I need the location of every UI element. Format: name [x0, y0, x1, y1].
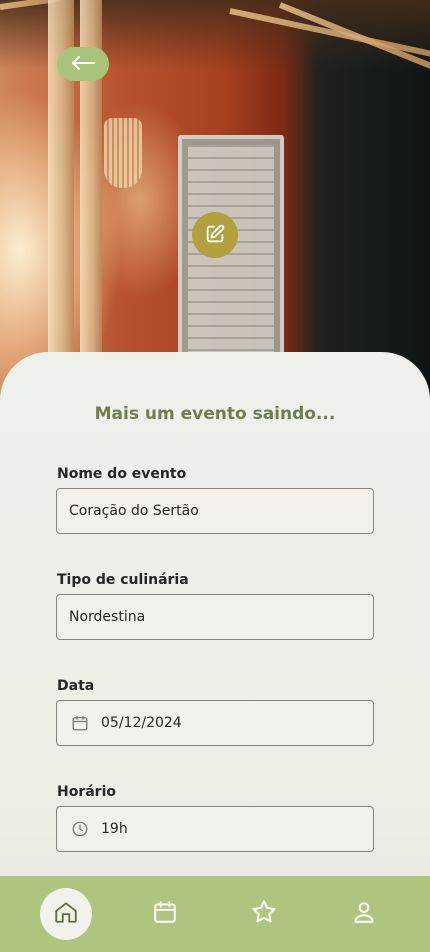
date-value: 05/12/2024 — [101, 715, 182, 731]
time-value: 19h — [101, 821, 128, 837]
user-icon — [351, 899, 377, 929]
event-name-value: Coração do Sertão — [69, 503, 199, 519]
arrow-left-icon — [70, 55, 96, 74]
home-icon — [53, 899, 79, 929]
clock-icon — [69, 818, 91, 840]
nav-profile-button[interactable] — [345, 896, 383, 932]
date-label: Data — [57, 678, 95, 694]
cuisine-type-label: Tipo de culinária — [57, 572, 189, 588]
star-icon — [250, 898, 278, 930]
edit-pencil-icon — [204, 223, 226, 248]
cuisine-type-input[interactable]: Nordestina — [56, 594, 374, 640]
time-input[interactable]: 19h — [56, 806, 374, 852]
nav-home-button[interactable] — [40, 888, 92, 940]
form-title: Mais um evento saindo... — [94, 404, 336, 424]
cuisine-type-value: Nordestina — [69, 609, 146, 625]
nav-calendar-button[interactable] — [146, 896, 184, 932]
back-button[interactable] — [57, 47, 109, 81]
event-name-label: Nome do evento — [57, 466, 187, 482]
date-input[interactable]: 05/12/2024 — [56, 700, 374, 746]
edit-photo-button[interactable] — [192, 212, 238, 258]
event-name-input[interactable]: Coração do Sertão — [56, 488, 374, 534]
calendar-icon — [152, 899, 178, 929]
event-form-card — [0, 352, 430, 952]
calendar-icon — [69, 712, 91, 734]
hanging-lamp — [104, 118, 142, 188]
nav-favorites-button[interactable] — [245, 896, 283, 932]
time-label: Horário — [57, 784, 117, 800]
